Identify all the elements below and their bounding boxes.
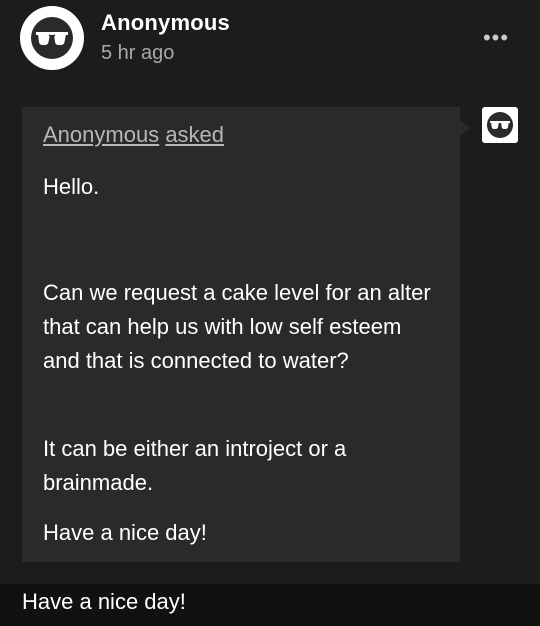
asker-name[interactable]: Anonymous	[43, 122, 159, 147]
bubble-pointer	[460, 120, 470, 136]
post-header: Anonymous 5 hr ago •••	[0, 0, 540, 90]
answer-text: Have a nice day!	[22, 589, 186, 614]
question-paragraph: Can we request a cake level for an alter…	[43, 280, 431, 373]
author-name[interactable]: Anonymous	[101, 10, 230, 36]
more-options-icon[interactable]: •••	[478, 20, 514, 56]
question-paragraph: It can be either an introject or a brain…	[43, 436, 347, 495]
question-paragraph: Have a nice day!	[43, 520, 207, 545]
asked-label: asked	[165, 122, 225, 147]
post-timestamp: 5 hr ago	[101, 42, 175, 64]
anonymous-sunglasses-icon	[31, 17, 73, 59]
author-avatar[interactable]	[20, 6, 84, 70]
ask-bubble: Anonymous asked Hello. Can we request a …	[22, 107, 460, 562]
asker-avatar[interactable]	[482, 107, 518, 143]
anonymous-sunglasses-icon	[487, 112, 513, 138]
question-paragraph: Hello.	[43, 174, 100, 199]
asked-line: Anonymous asked	[43, 122, 224, 148]
